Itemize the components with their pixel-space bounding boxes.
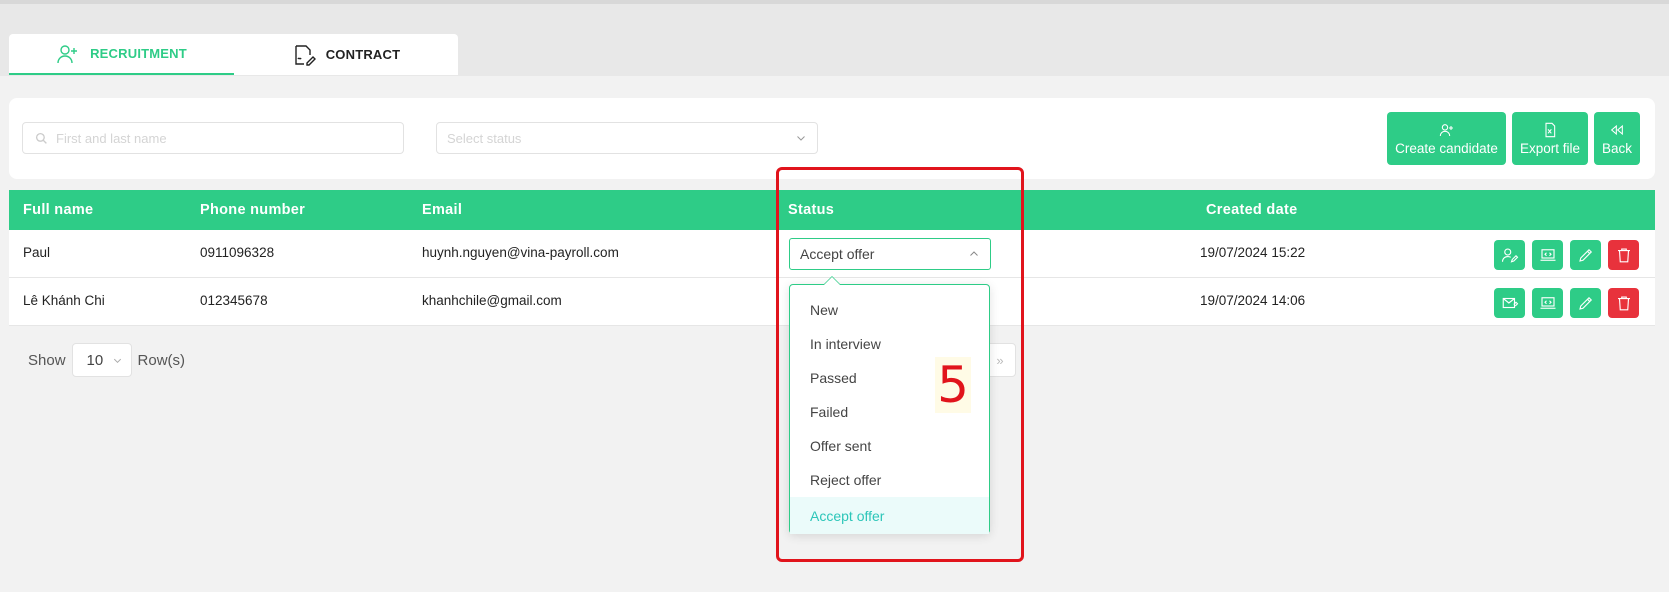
laptop-code-icon bbox=[1540, 297, 1555, 309]
user-edit-icon bbox=[1501, 248, 1518, 263]
cell-created-date: 19/07/2024 14:06 bbox=[1200, 293, 1306, 308]
create-candidate-button[interactable]: Create candidate bbox=[1387, 112, 1506, 165]
tab-bar: RECRUITMENT CONTRACT bbox=[9, 34, 458, 75]
pencil-icon bbox=[1578, 248, 1592, 262]
action-buttons: Create candidate Export file Back bbox=[1387, 112, 1640, 165]
table-row: Paul 0911096328 huynh.nguyen@vina-payrol… bbox=[9, 230, 1655, 278]
row-status-select[interactable]: Accept offer bbox=[789, 238, 991, 270]
status-option-accept-offer[interactable]: Accept offer bbox=[790, 497, 989, 534]
next-page-symbol: » bbox=[996, 352, 1004, 368]
laptop-code-icon bbox=[1540, 249, 1555, 261]
tab-contract[interactable]: CONTRACT bbox=[234, 34, 458, 75]
edit-user-button[interactable] bbox=[1494, 240, 1525, 270]
chevron-down-icon bbox=[113, 358, 121, 363]
trash-icon bbox=[1617, 296, 1630, 311]
cell-phone: 012345678 bbox=[200, 293, 268, 308]
user-plus-icon bbox=[57, 44, 78, 63]
send-mail-button[interactable] bbox=[1494, 288, 1525, 318]
status-option-offer-sent[interactable]: Offer sent bbox=[790, 429, 989, 463]
preview-button[interactable] bbox=[1532, 288, 1563, 318]
pagination-size: Show 10 Row(s) bbox=[28, 343, 185, 377]
delete-button[interactable] bbox=[1608, 240, 1639, 270]
cell-created-date: 19/07/2024 15:22 bbox=[1200, 245, 1306, 260]
cell-email: huynh.nguyen@vina-payroll.com bbox=[422, 245, 619, 260]
header-created-date: Created date bbox=[1206, 202, 1298, 218]
filter-card: Select status Create candidate Export fi… bbox=[9, 98, 1655, 179]
row-actions bbox=[1494, 288, 1639, 318]
chevron-down-icon bbox=[797, 136, 805, 141]
user-plus-icon bbox=[1439, 123, 1453, 136]
header-status: Status bbox=[788, 202, 835, 218]
tab-recruitment[interactable]: RECRUITMENT bbox=[9, 34, 234, 75]
cell-phone: 0911096328 bbox=[200, 245, 275, 260]
delete-button[interactable] bbox=[1608, 288, 1639, 318]
status-filter-placeholder: Select status bbox=[447, 130, 522, 146]
search-input[interactable] bbox=[56, 130, 376, 146]
header-email: Email bbox=[422, 202, 463, 218]
mail-edit-icon bbox=[1502, 297, 1518, 309]
show-label: Show bbox=[28, 351, 66, 369]
contract-sign-icon bbox=[295, 44, 316, 66]
header-full-name: Full name bbox=[23, 202, 94, 218]
export-file-button[interactable]: Export file bbox=[1511, 112, 1588, 165]
create-candidate-label: Create candidate bbox=[1395, 140, 1498, 156]
back-button[interactable]: Back bbox=[1593, 112, 1640, 165]
table-header: Full name Phone number Email Status Crea… bbox=[9, 190, 1655, 230]
tab-contract-label: CONTRACT bbox=[325, 47, 401, 62]
back-label: Back bbox=[1601, 140, 1632, 156]
status-filter-select[interactable]: Select status bbox=[436, 122, 818, 154]
cell-email: khanhchile@gmail.com bbox=[422, 293, 562, 308]
rows-per-page-select[interactable]: 10 bbox=[71, 343, 132, 377]
search-icon bbox=[35, 132, 47, 144]
trash-icon bbox=[1617, 248, 1630, 263]
annotation-step-number: 5 bbox=[935, 356, 971, 414]
export-file-label: Export file bbox=[1519, 140, 1580, 156]
status-option-new[interactable]: New bbox=[790, 293, 989, 327]
edit-button[interactable] bbox=[1570, 240, 1601, 270]
cell-full-name: Paul bbox=[23, 245, 51, 260]
row-actions bbox=[1494, 240, 1639, 270]
preview-button[interactable] bbox=[1532, 240, 1563, 270]
excel-file-icon bbox=[1545, 122, 1556, 137]
header-phone: Phone number bbox=[200, 202, 306, 218]
tab-recruitment-label: RECRUITMENT bbox=[90, 46, 187, 61]
cell-full-name: Lê Khánh Chi bbox=[23, 293, 105, 308]
edit-button[interactable] bbox=[1570, 288, 1601, 318]
pencil-icon bbox=[1578, 296, 1592, 310]
row-status-value: Accept offer bbox=[800, 246, 875, 262]
chevron-up-icon bbox=[970, 251, 978, 256]
search-box bbox=[22, 122, 404, 154]
rewind-icon bbox=[1610, 124, 1623, 135]
status-option-reject-offer[interactable]: Reject offer bbox=[790, 463, 989, 497]
rows-per-page-value: 10 bbox=[86, 351, 104, 369]
rows-label: Row(s) bbox=[137, 351, 186, 369]
